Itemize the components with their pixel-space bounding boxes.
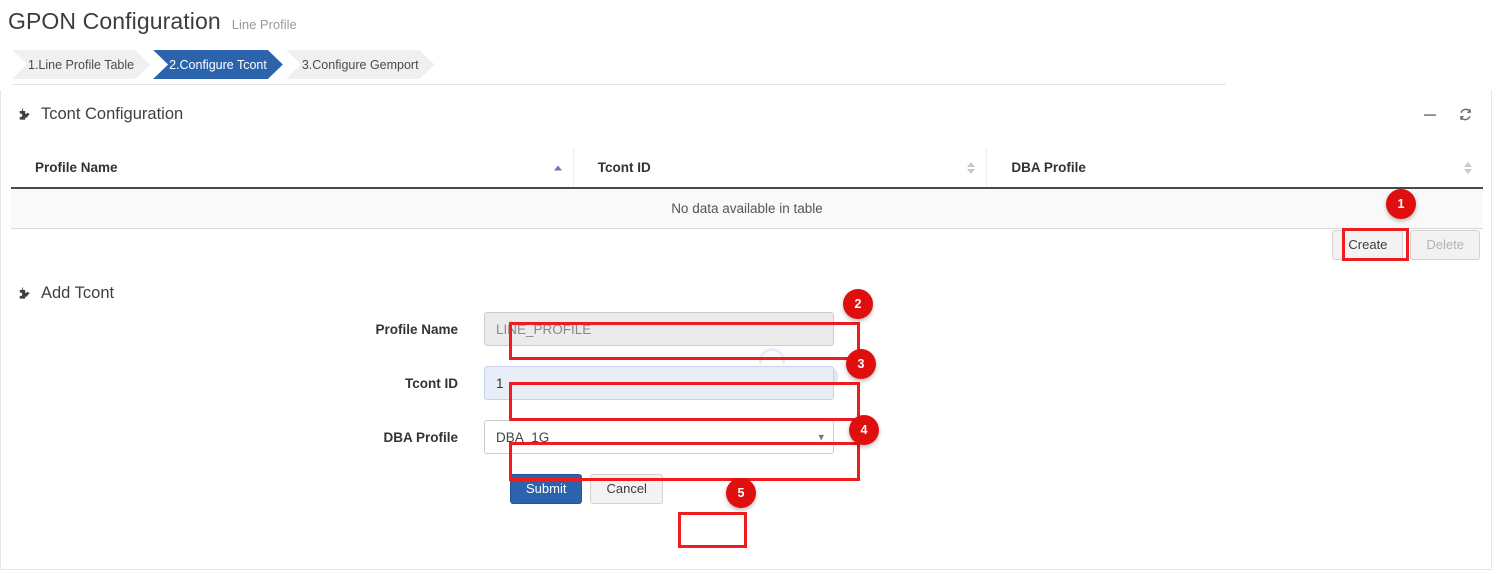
tcont-table-body: No data available in table bbox=[11, 188, 1483, 229]
page-title: GPON Configuration bbox=[8, 8, 221, 35]
column-header-tcont-id[interactable]: Tcont ID bbox=[573, 148, 987, 188]
column-header-profile-name[interactable]: Profile Name bbox=[11, 148, 573, 188]
dba-profile-select[interactable]: DBA_1G bbox=[484, 420, 834, 454]
table-empty-row: No data available in table bbox=[11, 188, 1483, 229]
label-dba-profile: DBA Profile bbox=[1, 430, 484, 445]
wizard-step-3-label: 3.Configure Gemport bbox=[302, 58, 419, 72]
submit-button[interactable]: Submit bbox=[510, 474, 582, 504]
sort-indicator-none-icon bbox=[1464, 162, 1472, 174]
annotation-badge-3: 3 bbox=[846, 349, 876, 379]
tcont-table-wrapper: Profile Name Tcont ID DBA bbox=[11, 148, 1483, 229]
table-action-bar: Create Delete bbox=[1332, 230, 1480, 260]
column-header-profile-name-label: Profile Name bbox=[35, 160, 118, 175]
add-tcont-form: Profile Name Tcont ID DBA Profile DBA_1G… bbox=[1, 312, 1491, 504]
delete-button: Delete bbox=[1410, 230, 1480, 260]
label-tcont-id: Tcont ID bbox=[1, 376, 484, 391]
wizard-step-3[interactable]: 3.Configure Gemport bbox=[286, 50, 435, 79]
tcont-configuration-title: Tcont Configuration bbox=[41, 105, 183, 124]
column-header-tcont-id-label: Tcont ID bbox=[598, 160, 651, 175]
add-tcont-title: Add Tcont bbox=[41, 284, 114, 303]
app-root: GPON Configuration Line Profile 1.Line P… bbox=[0, 0, 1500, 574]
form-row-profile-name: Profile Name bbox=[1, 312, 1491, 346]
form-button-bar: Submit Cancel bbox=[510, 474, 1491, 504]
wizard-step-2[interactable]: 2.Configure Tcont bbox=[153, 50, 283, 79]
form-row-tcont-id: Tcont ID bbox=[1, 366, 1491, 400]
add-tcont-header: Add Tcont bbox=[15, 284, 114, 303]
create-button[interactable]: Create bbox=[1332, 230, 1403, 260]
page-header: GPON Configuration Line Profile bbox=[8, 8, 297, 35]
annotation-badge-4: 4 bbox=[849, 415, 879, 445]
wizard-steps: 1.Line Profile Table 2.Configure Tcont 3… bbox=[12, 50, 438, 79]
field-tcont-id-wrapper bbox=[484, 366, 834, 400]
column-header-dba-profile[interactable]: DBA Profile bbox=[987, 148, 1483, 188]
puzzle-piece-icon bbox=[15, 106, 32, 123]
wizard-step-1[interactable]: 1.Line Profile Table bbox=[12, 50, 150, 79]
form-row-dba-profile: DBA Profile DBA_1G ▾ bbox=[1, 420, 1491, 454]
label-profile-name: Profile Name bbox=[1, 322, 484, 337]
annotation-badge-5: 5 bbox=[726, 478, 756, 508]
tcont-configuration-header: Tcont Configuration bbox=[15, 105, 183, 124]
tcont-table-head: Profile Name Tcont ID DBA bbox=[11, 148, 1483, 188]
sort-indicator-asc-icon bbox=[554, 165, 562, 170]
refresh-icon[interactable] bbox=[1458, 107, 1473, 122]
cancel-button[interactable]: Cancel bbox=[590, 474, 662, 504]
tcont-id-input[interactable] bbox=[484, 366, 834, 400]
tcont-table-header-row: Profile Name Tcont ID DBA bbox=[11, 148, 1483, 188]
panel-tools bbox=[1423, 107, 1473, 122]
profile-name-input bbox=[484, 312, 834, 346]
puzzle-piece-icon bbox=[15, 285, 32, 302]
sort-indicator-none-icon bbox=[967, 162, 975, 174]
minus-icon[interactable] bbox=[1423, 108, 1437, 122]
annotation-badge-2: 2 bbox=[843, 289, 873, 319]
field-profile-name-wrapper bbox=[484, 312, 834, 346]
column-header-dba-profile-label: DBA Profile bbox=[1011, 160, 1086, 175]
annotation-badge-1: 1 bbox=[1386, 189, 1416, 219]
wizard-step-1-label: 1.Line Profile Table bbox=[28, 58, 134, 72]
page-subtitle: Line Profile bbox=[232, 17, 297, 32]
wizard-divider bbox=[12, 84, 1226, 85]
wizard-step-2-label: 2.Configure Tcont bbox=[169, 58, 267, 72]
field-dba-profile-wrapper: DBA_1G ▾ bbox=[484, 420, 834, 454]
tcont-table: Profile Name Tcont ID DBA bbox=[11, 148, 1483, 229]
table-empty-message: No data available in table bbox=[11, 188, 1483, 229]
